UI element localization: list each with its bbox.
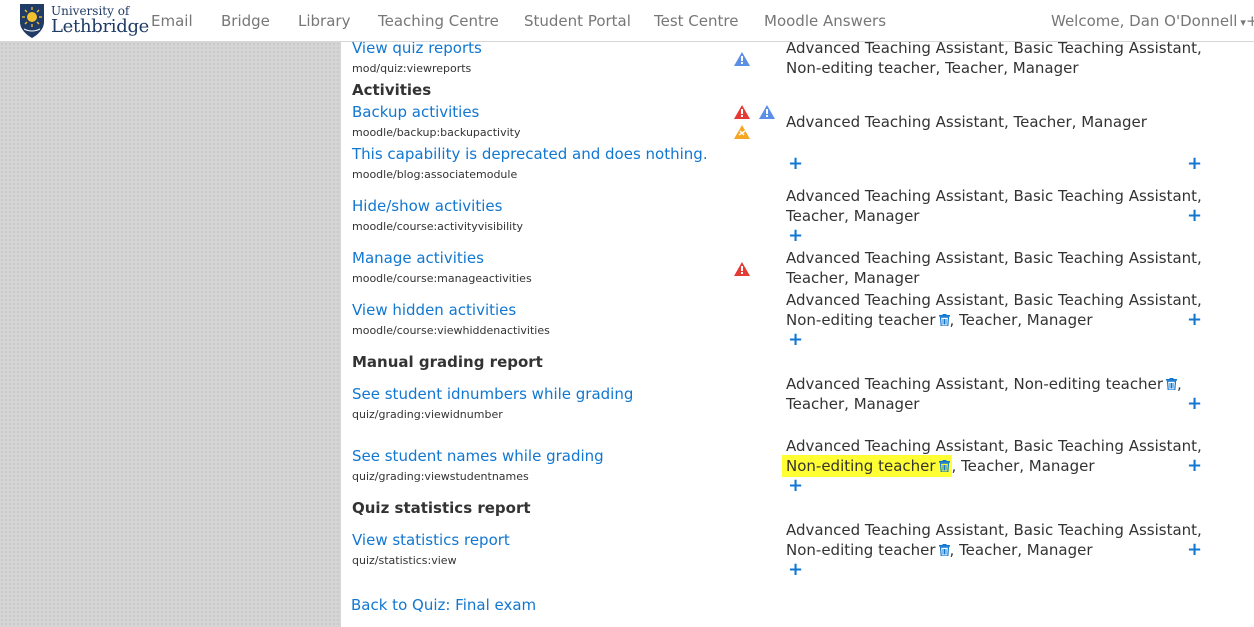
plus-icon[interactable]: + <box>1187 541 1202 559</box>
roles-rest: , Teacher, Manager <box>949 541 1093 559</box>
cap-code: moodle/course:activityvisibility <box>352 220 524 233</box>
cap-code: moodle/course:manageactivities <box>352 272 532 285</box>
university-shield-icon <box>20 4 44 38</box>
risk-config-icon[interactable] <box>734 52 750 66</box>
user-menu[interactable]: Welcome, Dan O'Donnell ▾ <box>1051 12 1246 30</box>
nav-bridge[interactable]: Bridge <box>221 12 270 30</box>
plus-icon[interactable]: + <box>788 561 803 579</box>
section-heading-activities: Activities <box>352 81 432 99</box>
roles-line: Non-editing teacher , Teacher, Manager <box>782 455 1095 477</box>
top-navbar: University of Lethbridge Email Bridge Li… <box>0 0 1254 42</box>
section-heading-manual-grading: Manual grading report <box>352 353 543 371</box>
plus-icon[interactable]: + <box>1187 207 1202 225</box>
cap-link-see-idnumbers[interactable]: See student idnumbers while grading <box>352 385 633 403</box>
plus-icon[interactable]: + <box>1187 155 1202 173</box>
trash-icon[interactable] <box>1166 378 1178 390</box>
nav-student-portal[interactable]: Student Portal <box>524 12 631 30</box>
section-heading-quiz-statistics: Quiz statistics report <box>352 499 531 517</box>
trash-icon[interactable] <box>938 544 950 556</box>
roles-line: Advanced Teaching Assistant, Teacher, Ma… <box>786 113 1147 131</box>
roles-line: Non-editing teacher , Teacher, Manager <box>786 540 1093 560</box>
trash-icon[interactable] <box>938 460 950 472</box>
roles-line: Teacher, Manager <box>786 269 920 287</box>
role-non-editing-teacher: Non-editing teacher <box>786 311 936 329</box>
roles-line: Teacher, Manager <box>786 207 920 225</box>
roles-line: Advanced Teaching Assistant, Basic Teach… <box>786 249 1202 267</box>
plus-icon[interactable]: + <box>788 155 803 173</box>
plus-icon[interactable]: + <box>788 477 803 495</box>
cap-link-view-statistics[interactable]: View statistics report <box>352 531 510 549</box>
risk-xss-icon[interactable] <box>734 125 750 139</box>
plus-icon[interactable]: + <box>1187 395 1202 413</box>
plus-icon[interactable]: + <box>1187 457 1202 475</box>
cap-code: mod/quiz:viewreports <box>352 62 472 75</box>
cap-code: moodle/blog:associatemodule <box>352 168 518 181</box>
roles-comma: , <box>1177 375 1182 393</box>
highlighted-role: Non-editing teacher <box>782 455 952 477</box>
nav-moodle-answers[interactable]: Moodle Answers <box>764 12 886 30</box>
roles-line: Teacher, Manager <box>786 395 920 413</box>
extra-menu[interactable]: + <box>1246 12 1254 30</box>
cap-code: quiz/grading:viewstudentnames <box>352 470 529 483</box>
trash-icon[interactable] <box>938 314 950 326</box>
nav-library[interactable]: Library <box>298 12 350 30</box>
plus-icon[interactable]: + <box>788 331 803 349</box>
risk-dataloss-icon[interactable] <box>734 105 750 119</box>
welcome-text: Welcome, Dan O'Donnell <box>1051 12 1238 30</box>
roles-prefix: Advanced Teaching Assistant, <box>786 375 1014 393</box>
capability-overview: View quiz reports mod/quiz:viewreports A… <box>341 39 1254 627</box>
nav-teaching-centre[interactable]: Teaching Centre <box>378 12 499 30</box>
cap-code: quiz/grading:viewidnumber <box>352 408 503 421</box>
cap-link-deprecated[interactable]: This capability is deprecated and does n… <box>352 145 708 163</box>
brand-line2: Lethbridge <box>51 16 150 37</box>
cap-code: moodle/course:viewhiddenactivities <box>352 324 550 337</box>
cap-link-backup-activities[interactable]: Backup activities <box>352 103 479 121</box>
cap-link-hide-show-activities[interactable]: Hide/show activities <box>352 197 502 215</box>
roles-rest: , Teacher, Manager <box>951 457 1095 475</box>
roles-line: Non-editing teacher, Teacher, Manager <box>786 59 1079 77</box>
risk-dataloss-icon[interactable] <box>734 262 750 276</box>
role-non-editing-teacher: Non-editing teacher <box>786 541 936 559</box>
side-panel-background <box>0 42 341 627</box>
cap-code: moodle/backup:backupactivity <box>352 126 521 139</box>
cap-link-see-student-names[interactable]: See student names while grading <box>352 447 604 465</box>
nav-email[interactable]: Email <box>151 12 193 30</box>
cap-code: quiz/statistics:view <box>352 554 457 567</box>
roles-line: Advanced Teaching Assistant, Basic Teach… <box>786 437 1202 455</box>
plus-icon[interactable]: + <box>788 227 803 245</box>
cap-link-manage-activities[interactable]: Manage activities <box>352 249 484 267</box>
cap-link-view-hidden-activities[interactable]: View hidden activities <box>352 301 516 319</box>
risk-config-icon[interactable] <box>759 105 775 119</box>
nav-test-centre[interactable]: Test Centre <box>654 12 738 30</box>
plus-icon[interactable]: + <box>1187 311 1202 329</box>
back-to-quiz-link[interactable]: Back to Quiz: Final exam <box>351 596 536 614</box>
roles-line: Advanced Teaching Assistant, Basic Teach… <box>786 521 1202 539</box>
roles-line: Advanced Teaching Assistant, Basic Teach… <box>786 187 1202 205</box>
roles-line: Advanced Teaching Assistant, Basic Teach… <box>786 291 1202 309</box>
role-non-editing-teacher: Non-editing teacher <box>1013 375 1164 393</box>
role-non-editing-teacher: Non-editing teacher <box>786 457 936 475</box>
roles-rest: , Teacher, Manager <box>949 311 1093 329</box>
roles-line: Advanced Teaching Assistant, Non-editing… <box>786 374 1182 394</box>
roles-line: Non-editing teacher , Teacher, Manager <box>786 310 1093 330</box>
